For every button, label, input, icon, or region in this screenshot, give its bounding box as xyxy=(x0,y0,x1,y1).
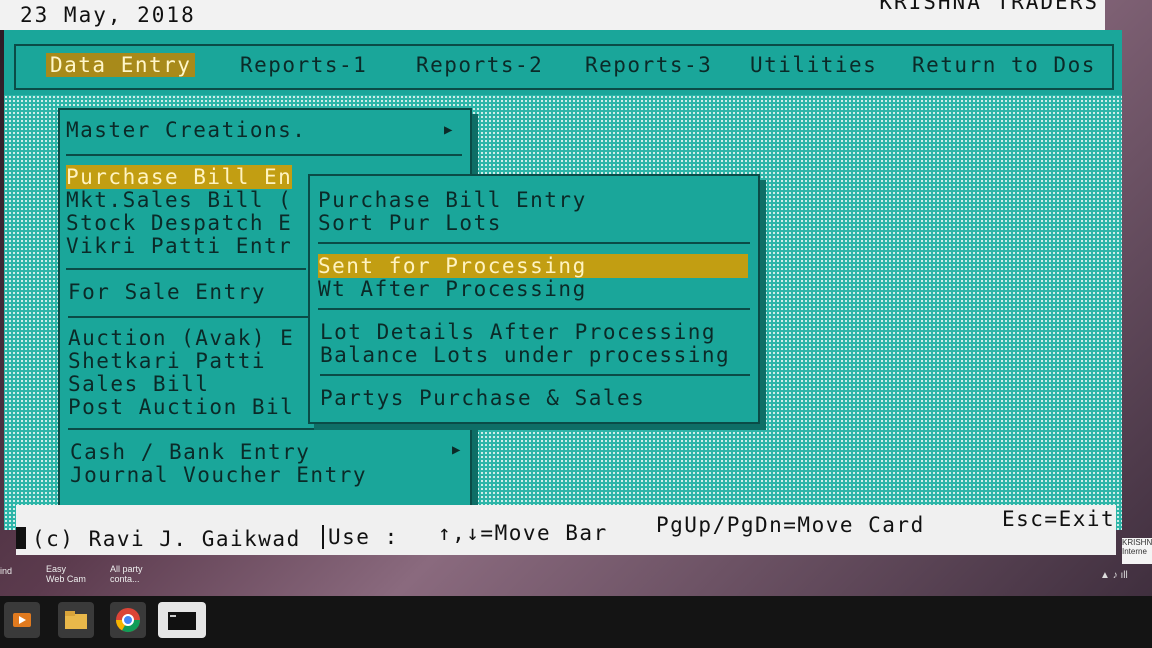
desktop-icon-easy-web-cam[interactable]: Easy Web Cam xyxy=(46,564,86,584)
desktop-icons: ind Easy Web Cam All party conta... xyxy=(0,560,180,600)
speaker-icon[interactable]: ▲ ♪ ıll xyxy=(1100,570,1128,581)
menu-option-shetkari-patti[interactable]: Shetkari Patti xyxy=(68,349,266,373)
status-exit-hint: Esc=Exit xyxy=(1002,507,1116,531)
status-move-card-hint: PgUp/PgDn=Move Card xyxy=(656,513,925,537)
submenu-option-purchase-bill-entry[interactable]: Purchase Bill Entry xyxy=(318,188,587,212)
menu-option-cash-bank-entry[interactable]: Cash / Bank Entry xyxy=(70,440,310,464)
cursor-block xyxy=(16,527,26,549)
divider xyxy=(318,308,750,310)
menu-return-to-dos[interactable]: Return to Dos xyxy=(912,53,1096,77)
system-tray: ▲ ♪ ıll xyxy=(1100,570,1128,581)
menu-option-sales-bill[interactable]: Sales Bill xyxy=(68,372,209,396)
file-explorer-icon[interactable] xyxy=(58,602,94,638)
divider xyxy=(68,316,308,318)
status-move-bar-hint: ↑,↓=Move Bar xyxy=(438,521,608,545)
menu-option-for-sale-entry[interactable]: For Sale Entry xyxy=(68,280,266,304)
menu-option-post-auction-bill[interactable]: Post Auction Bil xyxy=(68,395,294,419)
divider xyxy=(318,242,750,244)
command-prompt-icon[interactable] xyxy=(158,602,206,638)
taskbar xyxy=(0,596,1152,648)
main-menu-bar: Data Entry Reports-1 Reports-2 Reports-3… xyxy=(14,44,1114,90)
submenu-option-wt-after-processing[interactable]: Wt After Processing xyxy=(318,277,587,301)
menu-data-entry[interactable]: Data Entry xyxy=(46,53,196,77)
menu-option-master-creations[interactable]: Master Creations. xyxy=(66,118,306,142)
menu-option-vikri-patti[interactable]: Vikri Patti Entr xyxy=(66,234,292,258)
menu-option-journal-voucher[interactable]: Journal Voucher Entry xyxy=(70,463,367,487)
submenu-option-sort-pur-lots[interactable]: Sort Pur Lots xyxy=(318,211,502,235)
top-info-bar: 23 May, 2018 KRISHNA TRADERS xyxy=(0,0,1105,30)
status-bar: (c) Ravi J. Gaikwad Use : ↑,↓=Move Bar P… xyxy=(16,505,1116,555)
desktop-icon-label[interactable]: ind xyxy=(0,566,12,576)
submenu-arrow-icon: ▶ xyxy=(444,122,453,138)
media-player-icon[interactable] xyxy=(4,602,40,638)
menu-utilities[interactable]: Utilities xyxy=(750,53,877,77)
dos-screen: Data Entry Reports-1 Reports-2 Reports-3… xyxy=(4,30,1122,530)
purchase-submenu-card: Purchase Bill Entry Sort Pur Lots Sent f… xyxy=(308,174,760,424)
menu-option-stock-despatch[interactable]: Stock Despatch E xyxy=(66,211,292,235)
menu-reports-3[interactable]: Reports-3 xyxy=(585,53,712,77)
company-name: KRISHNA TRADERS xyxy=(879,0,1099,14)
divider xyxy=(66,154,462,156)
current-date: 23 May, 2018 xyxy=(20,3,196,27)
divider xyxy=(68,428,464,430)
menu-option-purchase-bill[interactable]: Purchase Bill En xyxy=(66,165,293,189)
menu-option-auction-avak[interactable]: Auction (Avak) E xyxy=(68,326,294,350)
submenu-arrow-icon: ▶ xyxy=(452,442,461,458)
submenu-option-balance-lots[interactable]: Balance Lots under processing xyxy=(320,343,730,367)
divider xyxy=(66,268,306,270)
desktop-icon-all-party-contacts[interactable]: All party conta... xyxy=(110,564,156,584)
divider xyxy=(320,374,750,376)
status-use-label: Use : xyxy=(322,525,399,549)
menu-option-mkt-sales-bill[interactable]: Mkt.Sales Bill ( xyxy=(66,188,292,212)
submenu-option-lot-details[interactable]: Lot Details After Processing xyxy=(320,320,716,344)
menu-reports-1[interactable]: Reports-1 xyxy=(240,53,367,77)
menu-reports-2[interactable]: Reports-2 xyxy=(416,53,543,77)
status-copyright: (c) Ravi J. Gaikwad xyxy=(32,527,301,551)
chrome-icon[interactable] xyxy=(110,602,146,638)
tray-notification[interactable]: KRISHN Interne xyxy=(1122,538,1152,564)
submenu-option-sent-for-processing[interactable]: Sent for Processing xyxy=(318,254,748,278)
submenu-option-partys-purchase-sales[interactable]: Partys Purchase & Sales xyxy=(320,386,645,410)
